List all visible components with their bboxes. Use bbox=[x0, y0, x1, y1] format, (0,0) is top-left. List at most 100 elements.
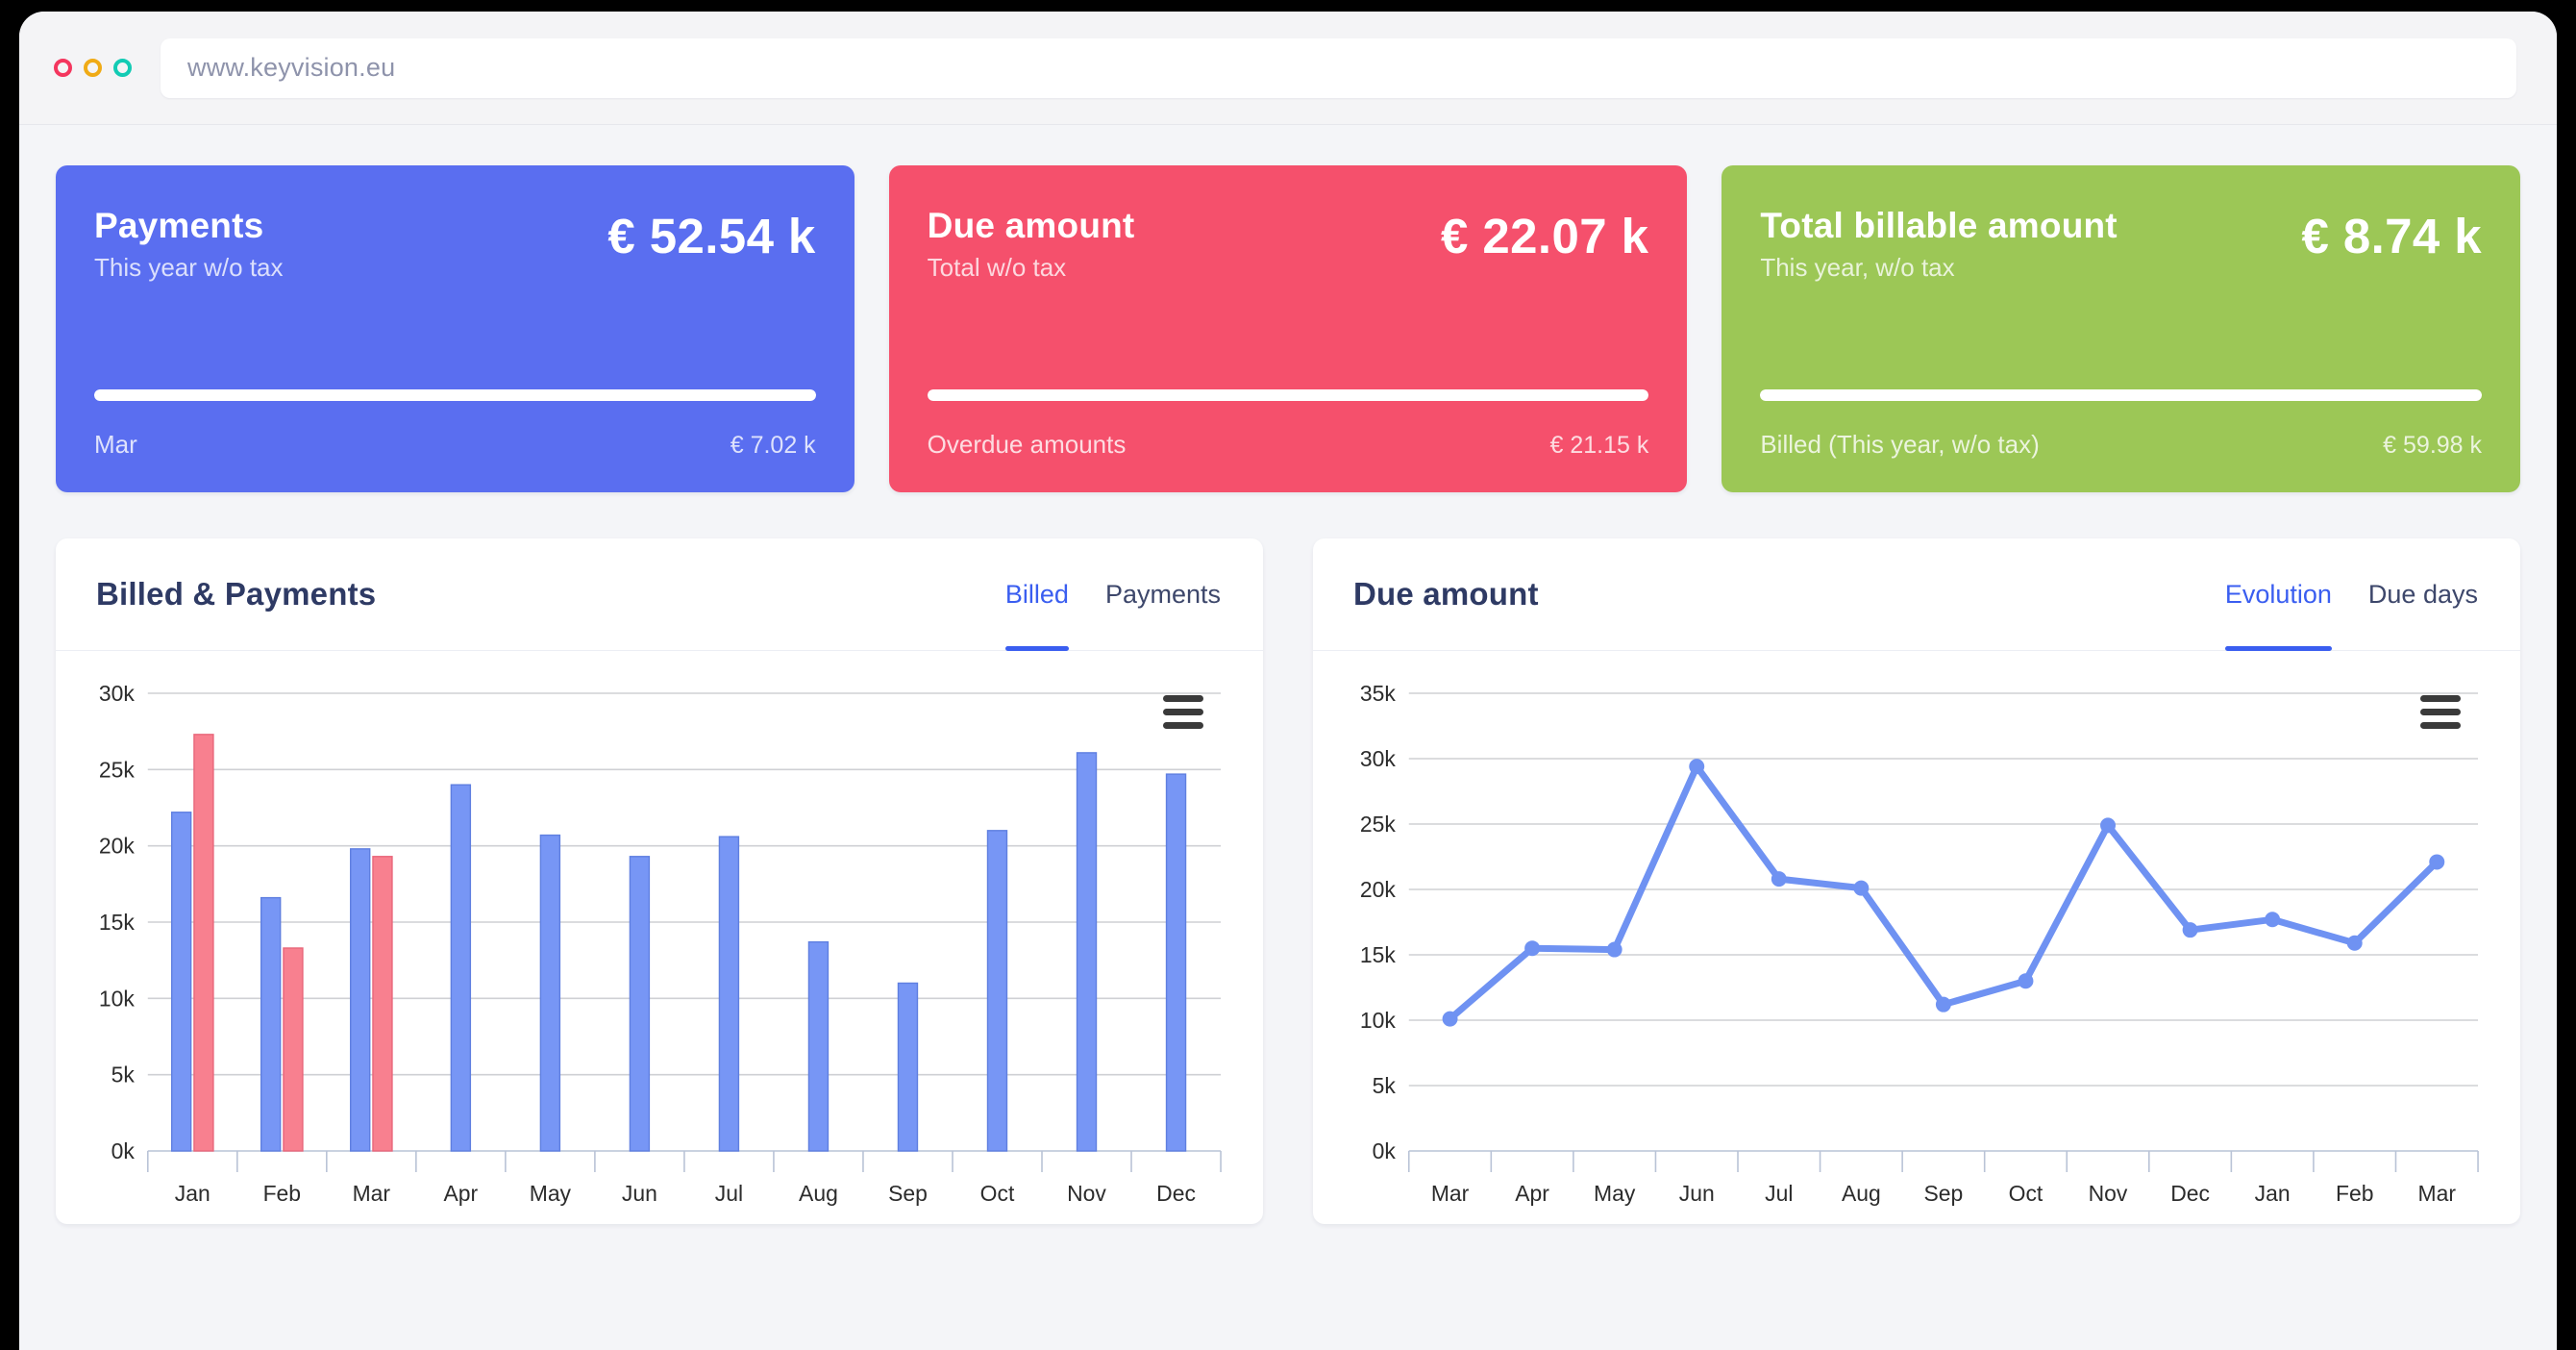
window-controls bbox=[54, 59, 132, 77]
svg-text:Jun: Jun bbox=[622, 1181, 657, 1206]
kpi-progress-bar bbox=[927, 389, 1649, 401]
kpi-title: Payments bbox=[94, 206, 264, 245]
svg-text:30k: 30k bbox=[1360, 746, 1396, 771]
panel-title: Billed & Payments bbox=[96, 576, 377, 612]
svg-text:Aug: Aug bbox=[799, 1181, 838, 1206]
svg-text:Sep: Sep bbox=[888, 1181, 928, 1206]
svg-text:Apr: Apr bbox=[444, 1181, 479, 1206]
panel-due-amount: Due amount Evolution Due days 0k 5k 10k 15k… bbox=[1313, 538, 2520, 1224]
minimize-window-button[interactable] bbox=[84, 59, 102, 77]
kpi-card-payments[interactable]: Payments This year w/o tax € 52.54 k Mar… bbox=[56, 165, 855, 492]
panel-header: Billed & Payments Billed Payments bbox=[56, 538, 1263, 651]
tab-evolution[interactable]: Evolution bbox=[2224, 538, 2332, 651]
kpi-card-header: Payments This year w/o tax € 52.54 k bbox=[94, 206, 816, 283]
svg-text:Dec: Dec bbox=[2170, 1181, 2210, 1206]
panel-tabs: Billed Payments bbox=[1004, 538, 1221, 651]
svg-text:Oct: Oct bbox=[2009, 1181, 2043, 1206]
kpi-card-heading: Payments This year w/o tax bbox=[94, 206, 284, 283]
svg-text:Oct: Oct bbox=[980, 1181, 1015, 1206]
svg-text:5k: 5k bbox=[1373, 1073, 1397, 1098]
kpi-title: Total billable amount bbox=[1760, 206, 2118, 245]
svg-text:15k: 15k bbox=[99, 910, 135, 935]
svg-text:20k: 20k bbox=[1360, 877, 1396, 902]
svg-text:May: May bbox=[530, 1181, 572, 1206]
chart-area-due-amount: 0k 5k 10k 15k 20k 25k 30k 35k Mar Apr May Jun Jul Aug… bbox=[1313, 651, 2520, 1224]
svg-text:5k: 5k bbox=[111, 1062, 136, 1088]
kpi-footer-label: Mar bbox=[94, 430, 137, 459]
tab-due-days[interactable]: Due days bbox=[2368, 538, 2478, 650]
kpi-subtitle: Total w/o tax bbox=[927, 252, 1067, 282]
kpi-progress-bar bbox=[94, 389, 816, 401]
svg-text:Nov: Nov bbox=[2089, 1181, 2128, 1206]
svg-text:Apr: Apr bbox=[1515, 1181, 1549, 1206]
bar-chart: 0k 5k 10k 15k 20k 25k 30k Jan Feb Mar Apr May Jun Jul… bbox=[85, 686, 1234, 1224]
svg-text:Aug: Aug bbox=[1842, 1181, 1881, 1206]
svg-text:10k: 10k bbox=[99, 986, 135, 1011]
url-text: www.keyvision.eu bbox=[187, 53, 396, 82]
svg-text:0k: 0k bbox=[1373, 1138, 1397, 1163]
line-chart: 0k 5k 10k 15k 20k 25k 30k 35k Mar Apr May Jun Jul Aug… bbox=[1342, 686, 2491, 1224]
svg-text:10k: 10k bbox=[1360, 1008, 1396, 1033]
export-menu-icon[interactable] bbox=[2420, 695, 2461, 729]
svg-text:Mar: Mar bbox=[1431, 1181, 1470, 1206]
kpi-subtitle: This year, w/o tax bbox=[1760, 252, 1955, 282]
address-bar[interactable]: www.keyvision.eu bbox=[161, 38, 2516, 98]
kpi-card-header: Total billable amount This year, w/o tax… bbox=[1760, 206, 2482, 283]
svg-text:25k: 25k bbox=[1360, 812, 1396, 837]
svg-text:Nov: Nov bbox=[1067, 1181, 1106, 1206]
svg-text:Mar: Mar bbox=[2418, 1181, 2457, 1206]
kpi-card-row: Payments This year w/o tax € 52.54 k Mar… bbox=[56, 165, 2521, 492]
svg-text:30k: 30k bbox=[99, 686, 135, 706]
kpi-card-heading: Total billable amount This year, w/o tax bbox=[1760, 206, 2117, 283]
svg-text:Jul: Jul bbox=[715, 1181, 743, 1206]
export-menu-icon[interactable] bbox=[1163, 695, 1203, 729]
dashboard-content: Payments This year w/o tax € 52.54 k Mar… bbox=[19, 125, 2557, 1224]
panel-title: Due amount bbox=[1353, 576, 1539, 612]
close-window-button[interactable] bbox=[54, 59, 72, 77]
svg-text:20k: 20k bbox=[99, 834, 135, 859]
kpi-footer: Mar € 7.02 k bbox=[94, 430, 816, 460]
kpi-card-heading: Due amount Total w/o tax bbox=[928, 206, 1135, 283]
kpi-spacer bbox=[928, 283, 1649, 389]
svg-text:Dec: Dec bbox=[1156, 1181, 1196, 1206]
kpi-footer: Billed (This year, w/o tax) € 59.98 k bbox=[1760, 430, 2482, 460]
svg-text:Jul: Jul bbox=[1765, 1181, 1793, 1206]
kpi-footer-label: Overdue amounts bbox=[927, 430, 1127, 459]
svg-text:May: May bbox=[1594, 1181, 1636, 1206]
kpi-footer-value: € 59.98 k bbox=[2383, 432, 2483, 459]
svg-text:25k: 25k bbox=[99, 757, 135, 782]
svg-text:0k: 0k bbox=[111, 1138, 136, 1163]
tab-payments[interactable]: Payments bbox=[1105, 538, 1221, 650]
tab-billed[interactable]: Billed bbox=[1004, 538, 1069, 651]
kpi-spacer bbox=[94, 283, 816, 389]
svg-text:35k: 35k bbox=[1360, 686, 1396, 706]
panel-billed-payments: Billed & Payments Billed Payments 0k 5k 10… bbox=[56, 538, 1263, 1224]
browser-window: www.keyvision.eu Payments This year w/o … bbox=[19, 12, 2557, 1350]
kpi-progress-bar bbox=[1760, 389, 2483, 401]
chart-area-billed-payments: 0k 5k 10k 15k 20k 25k 30k Jan Feb Mar Apr May Jun Jul… bbox=[56, 651, 1263, 1224]
kpi-card-header: Due amount Total w/o tax € 22.07 k bbox=[928, 206, 1649, 283]
kpi-value: € 52.54 k bbox=[607, 209, 816, 263]
kpi-value: € 8.74 k bbox=[2301, 209, 2483, 263]
kpi-value: € 22.07 k bbox=[1441, 209, 1649, 263]
kpi-spacer bbox=[1760, 283, 2482, 389]
svg-text:Sep: Sep bbox=[1924, 1181, 1964, 1206]
browser-chrome: www.keyvision.eu bbox=[19, 12, 2557, 125]
svg-text:Feb: Feb bbox=[2336, 1181, 2373, 1206]
kpi-footer-value: € 21.15 k bbox=[1549, 432, 1649, 459]
kpi-footer: Overdue amounts € 21.15 k bbox=[928, 430, 1649, 460]
svg-text:Feb: Feb bbox=[263, 1181, 301, 1206]
svg-text:15k: 15k bbox=[1360, 942, 1396, 967]
panel-header: Due amount Evolution Due days bbox=[1313, 538, 2520, 651]
kpi-card-due-amount[interactable]: Due amount Total w/o tax € 22.07 k Overd… bbox=[888, 165, 1688, 492]
svg-text:Jan: Jan bbox=[2255, 1181, 2291, 1206]
kpi-card-total-billable-amount[interactable]: Total billable amount This year, w/o tax… bbox=[1721, 165, 2521, 492]
svg-text:Jan: Jan bbox=[175, 1181, 211, 1206]
svg-text:Mar: Mar bbox=[353, 1181, 391, 1206]
kpi-footer-label: Billed (This year, w/o tax) bbox=[1760, 430, 2040, 459]
svg-text:Jun: Jun bbox=[1679, 1181, 1715, 1206]
maximize-window-button[interactable] bbox=[113, 59, 132, 77]
kpi-title: Due amount bbox=[927, 206, 1135, 245]
panel-tabs: Evolution Due days bbox=[2224, 538, 2478, 651]
kpi-subtitle: This year w/o tax bbox=[94, 252, 284, 282]
